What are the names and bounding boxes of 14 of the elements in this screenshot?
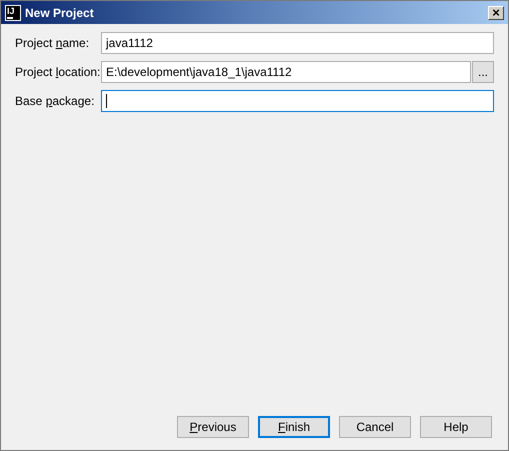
- input-field[interactable]: E:\development\java18_1\java1112: [101, 61, 471, 83]
- dialog-button[interactable]: Finish: [258, 416, 330, 438]
- browse-button[interactable]: ...: [472, 61, 494, 83]
- app-logo-icon: IJ: [5, 4, 21, 20]
- field-label: Project name:: [15, 35, 90, 52]
- dialog-button[interactable]: Previous: [177, 416, 249, 438]
- field-label: Base package:: [15, 93, 96, 110]
- input-field[interactable]: [101, 90, 494, 112]
- window-title: New Project: [25, 4, 95, 22]
- field-label: Project location:: [15, 64, 99, 81]
- input-field[interactable]: java1112: [101, 32, 494, 54]
- dialog-button[interactable]: Cancel: [339, 416, 411, 438]
- dialog-button[interactable]: Help: [420, 416, 492, 438]
- close-button[interactable]: ×: [488, 6, 504, 20]
